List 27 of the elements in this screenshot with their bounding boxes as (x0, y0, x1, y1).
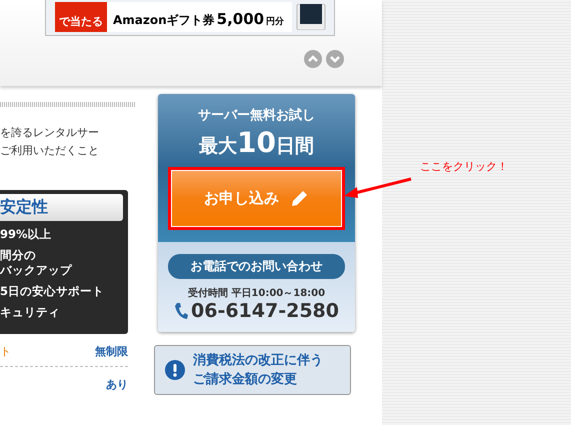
intro-text: を誇るレンタルサー ご利用いただくこと (0, 125, 100, 159)
exclamation-icon (165, 360, 185, 380)
business-hours: 受付時間 平日10:00～18:00 (186, 286, 326, 300)
gift-label: Amazonギフト券 (113, 12, 215, 29)
spec-value: あり (106, 377, 128, 392)
pencil-icon (289, 188, 309, 208)
phone-icon (174, 302, 188, 320)
tablet-icon (296, 4, 326, 30)
feature-item: 5日の安心サポート (0, 284, 106, 299)
phone-number: 06-6147-2580 (191, 300, 339, 322)
ad-banner[interactable]: で当たる Amazonギフト券 5,000 円分 (45, 0, 335, 36)
gift-amount: 5,000 (216, 10, 264, 28)
trial-days: 最大10日間 (168, 126, 345, 159)
scroll-down-icon[interactable] (326, 50, 344, 68)
feature-heading: 安定性 (0, 194, 123, 221)
feature-item: 99%以上 (0, 227, 53, 242)
apply-button[interactable]: お申し込み (171, 170, 342, 227)
feature-item: キュリティ (0, 305, 61, 320)
banner-badge-text: で当たる (59, 14, 103, 29)
trial-title: サーバー無料お試し (197, 107, 316, 124)
spec-label: ト (0, 344, 11, 359)
scroll-up-icon[interactable] (304, 50, 322, 68)
annotation-text: ここをクリック！ (420, 159, 508, 174)
contact-pill: お電話でのお問い合わせ (168, 254, 345, 279)
spec-value: 無制限 (95, 344, 128, 359)
gift-unit: 円分 (266, 16, 284, 28)
notice-button[interactable]: 消費税法の改正に伴う ご請求金額の変更 (154, 345, 351, 395)
